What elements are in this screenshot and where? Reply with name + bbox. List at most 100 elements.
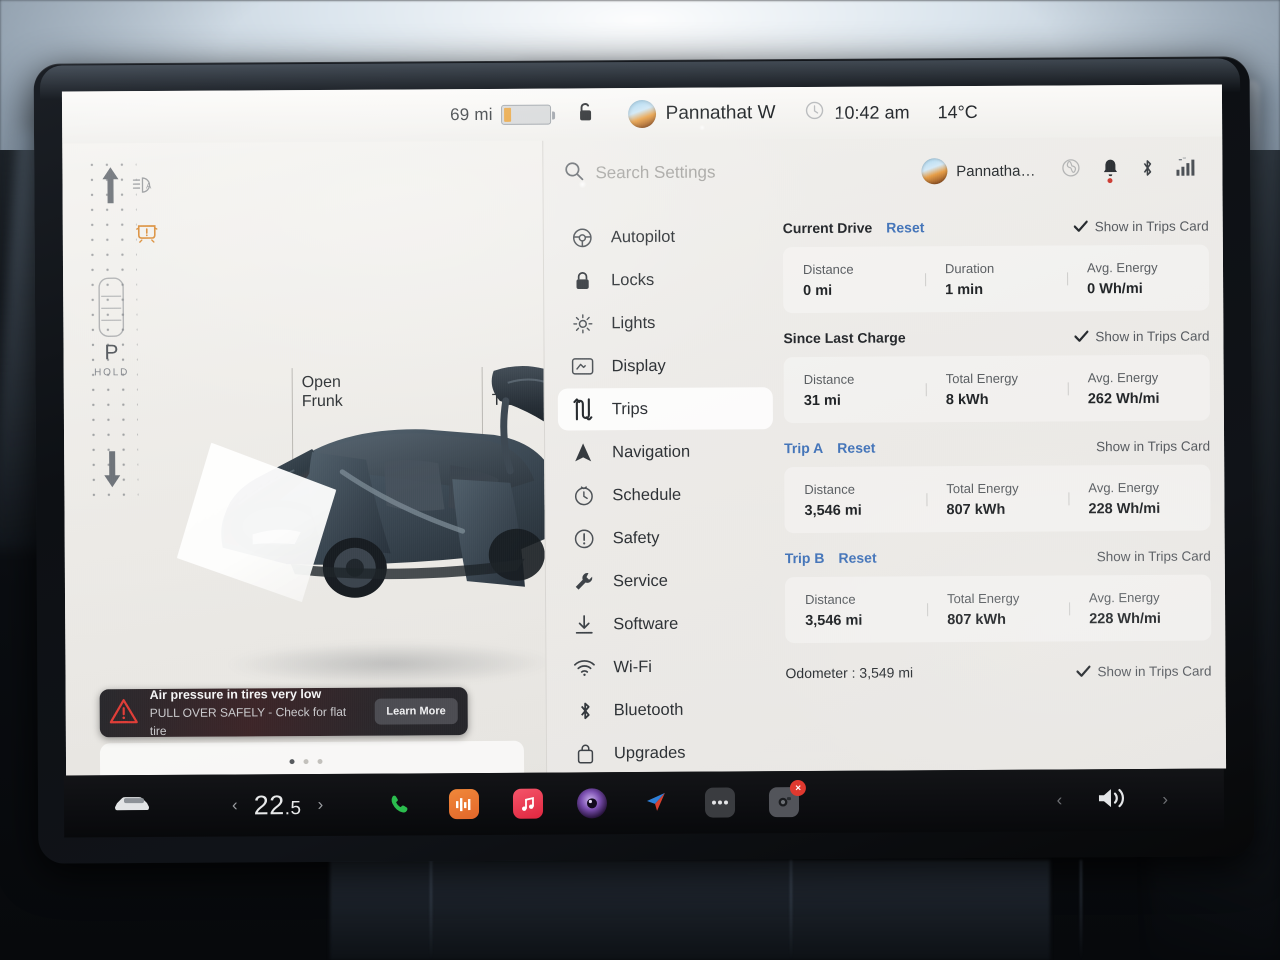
sidebar-item-trips[interactable]: Trips [557,387,773,431]
sidebar-item-label: Service [612,571,669,590]
touchscreen-display[interactable]: 69 mi Pannathat W 10:42 am 14°C P HOLD A… [61,84,1227,776]
battery-indicator [500,104,551,125]
sidebar-item-safety[interactable]: Safety [559,516,774,559]
trip-stat-label: Total Energy [946,480,1019,496]
trip-stat-value: 3,546 mi [805,612,863,629]
sidebar-item-locks[interactable]: Locks [557,258,772,301]
gear-selector-strip[interactable]: P HOLD [84,157,139,498]
show-in-trips-card-toggle[interactable]: Show in Trips Card [1073,218,1209,234]
camera-app-icon[interactable] [577,788,608,819]
auto-high-beam-icon: A [132,175,158,200]
trip-stat-value: 3,546 mi [804,502,862,519]
check-icon [1076,664,1091,678]
sidebar-item-label: Trips [611,399,648,418]
trip-stat-label: Total Energy [946,590,1020,606]
learn-more-button[interactable]: Learn More [374,698,458,725]
tire-pressure-alert[interactable]: Air pressure in tires very low PULL OVER… [99,686,468,739]
show-in-trips-card-toggle[interactable]: Show in Trips Card [1074,328,1209,344]
alert-title: Air pressure in tires very low [149,686,322,703]
sidebar-item-autopilot[interactable]: Autopilot [557,215,772,258]
page-dot[interactable] [317,758,323,765]
sidebar-item-software[interactable]: Software [559,602,774,645]
odometer-label: Odometer : 3,549 mi [785,664,914,682]
car-control-panel[interactable]: P HOLD A Open Frunk Air pressure in tire… [62,140,547,776]
account-chip[interactable]: Pannatha… [921,158,1035,185]
sidebar-item-label: Autopilot [610,227,676,246]
volume-speaker-icon[interactable] [1096,785,1128,816]
temp-decrease-button[interactable]: ‹ [232,795,238,815]
back-button[interactable]: ‹ [1057,790,1063,810]
sidebar-item-bluetooth[interactable]: Bluetooth [560,688,775,731]
trip-section: Since Last Charge Show in Trips Card Dista… [783,323,1210,424]
sidebar-item-upgrades[interactable]: Upgrades [560,731,775,774]
notification-dot [1107,178,1113,184]
sidebar-item-display[interactable]: Display [557,344,772,387]
show-in-trips-card-toggle[interactable]: Show in Trips Card [1075,438,1210,454]
reset-button[interactable]: Reset [837,440,875,456]
dashcam-app-icon[interactable]: × [769,780,807,818]
check-icon [1073,219,1088,233]
system-status-icons [1061,156,1200,184]
range-and-battery: 69 mi [450,104,551,126]
trip-section-title: Current Drive [782,219,873,237]
driver-profile[interactable]: Pannathat W [627,99,776,129]
trip-section-title[interactable]: Trip B [785,550,825,566]
sidebar-item-label: Schedule [612,485,682,504]
alert-subtitle: PULL OVER SAFELY - Check for flat tire [149,704,347,739]
trip-stat-value: 228 Wh/mi [1088,500,1161,517]
sidebar-item-label: Software [613,614,679,633]
car-front-icon[interactable] [114,792,154,819]
show-in-trips-card-label: Show in Trips Card [1097,663,1212,679]
trips-content[interactable]: Current Drive Reset Show in Trips Card Dist… [783,213,1212,682]
music-app-icon[interactable] [513,788,544,819]
trip-section-title[interactable]: Trip A [784,440,823,456]
trip-stat-value: 807 kWh [946,501,1006,518]
media-app-icon[interactable] [449,789,480,820]
page-indicator-dots[interactable] [289,758,323,765]
temperature-control[interactable]: ‹ 22.5 › [232,789,323,821]
page-dot[interactable] [289,759,295,765]
sidebar-item-wi-fi[interactable]: Wi-Fi [559,645,774,688]
search-input[interactable] [595,161,896,184]
notification-bell-icon[interactable] [1102,158,1118,184]
trip-section: Trip A Reset Show in Trips Card Distance 3,5… [784,433,1211,534]
page-dot[interactable] [303,759,309,765]
app-icon-row[interactable]: × [385,780,807,820]
forward-button[interactable]: › [1162,790,1168,810]
account-name: Pannatha… [956,162,1036,180]
sidebar-item-label: Locks [611,270,655,289]
cellular-signal-icon[interactable] [1176,156,1200,182]
sidebar-item-schedule[interactable]: Schedule [558,473,773,516]
show-in-trips-card-label: Show in Trips Card [1095,328,1210,344]
temperature-value: 22.5 [253,789,302,820]
more-apps-icon[interactable] [705,787,736,818]
phone-app-icon[interactable] [385,789,415,819]
search-area[interactable] [564,159,921,185]
show-in-trips-card-toggle[interactable]: Show in Trips Card [1076,548,1211,564]
odometer-show-in-trips-toggle[interactable]: Show in Trips Card [1076,663,1212,679]
car-top-view-icon [98,277,125,337]
trip-stat-cell: Avg. Energy 228 Wh/mi [1068,479,1210,517]
sidebar-item-navigation[interactable]: Navigation [558,430,773,473]
trip-stat-label: Distance [804,481,855,497]
dashcam-error-badge: × [790,780,807,797]
trip-stat-label: Distance [803,371,855,387]
app-bar[interactable]: ‹ 22.5 › × ‹ › [63,768,1225,838]
temp-increase-button[interactable]: › [318,795,324,815]
navigate-app-icon[interactable] [641,788,671,818]
app-bar-right-controls[interactable]: ‹ › [1057,784,1169,816]
trip-stat-value: 8 kWh [945,391,989,408]
sidebar-item-service[interactable]: Service [559,559,774,602]
settings-pane[interactable]: Pannatha… [542,136,1227,775]
unlocked-padlock-icon[interactable] [577,101,594,127]
trip-stat-label: Avg. Energy [1088,589,1160,605]
sidebar-item-lights[interactable]: Lights [557,301,772,344]
reset-button[interactable]: Reset [838,550,876,566]
reset-button[interactable]: Reset [886,219,924,235]
trip-stat-cell: Distance 31 mi [784,371,926,409]
dash-lower-panel [330,860,1050,960]
bluetooth-icon[interactable] [1140,157,1154,182]
climate-fan-icon[interactable] [1061,158,1080,182]
settings-nav-list[interactable]: Autopilot Locks Lights Display Trips Navigati… [557,215,775,775]
sidebar-item-label: Bluetooth [613,700,684,719]
